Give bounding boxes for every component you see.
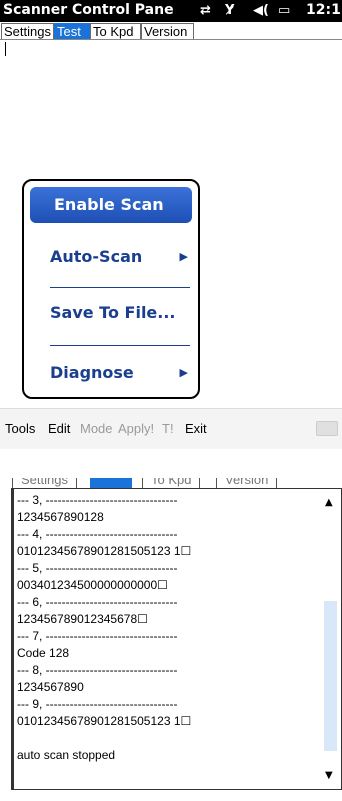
- log-line: 1234567890: [17, 680, 84, 694]
- log-line: --- 6, ---------------------------------: [17, 595, 178, 609]
- tab-version[interactable]: Version: [141, 23, 194, 39]
- status-bar: Scanner Control Pane ⇄ Y̷ ◀( ▭ 12:12: [0, 0, 342, 22]
- volume-icon[interactable]: ◀(: [253, 3, 269, 18]
- log-line: 003401234500000000000☐: [17, 578, 168, 592]
- log-line: --- 3, ---------------------------------: [17, 493, 178, 507]
- log-line: auto scan stopped: [17, 748, 116, 762]
- menu-item-save-to-file[interactable]: Save To File...: [30, 303, 192, 323]
- menu-item-label: Save To File...: [50, 303, 176, 322]
- battery-icon[interactable]: ▭: [278, 3, 290, 18]
- log-line: 123456789012345678☐: [17, 612, 148, 626]
- vertical-scrollbar[interactable]: ▲ ▼: [322, 493, 339, 786]
- log-line: --- 4, ---------------------------------: [17, 527, 178, 541]
- scan-log-textbox[interactable]: --- 3, ---------------------------------…: [11, 488, 342, 790]
- text-cursor: [5, 42, 6, 56]
- menu-separator: [50, 287, 190, 288]
- tab-divider: [0, 39, 342, 40]
- popup-menu: Enable Scan Auto-Scan ▶ Save To File... …: [22, 179, 200, 399]
- menu-apply: Apply!: [118, 421, 155, 436]
- submenu-arrow-icon: ▶: [179, 366, 188, 379]
- menu-tools[interactable]: Tools: [5, 421, 35, 436]
- menu-item-enable-scan[interactable]: Enable Scan: [30, 187, 192, 223]
- tab-to-kpd[interactable]: To Kpd: [142, 478, 201, 488]
- menu-bar: Tools Edit Mode Apply! T! Exit: [0, 408, 342, 449]
- menu-item-diagnose[interactable]: Diagnose ▶: [30, 363, 192, 383]
- keyboard-icon[interactable]: [316, 421, 338, 436]
- tab-settings[interactable]: Settings: [12, 478, 77, 488]
- scroll-up-icon[interactable]: ▲: [325, 497, 333, 508]
- log-line: 01012345678901281505123 1☐: [17, 544, 192, 558]
- scroll-thumb[interactable]: [324, 601, 337, 751]
- menu-item-auto-scan[interactable]: Auto-Scan ▶: [30, 247, 192, 267]
- lower-tab-bar: Settings Test To Kpd Version: [10, 478, 342, 488]
- tab-test[interactable]: Test: [54, 23, 90, 39]
- scroll-down-icon[interactable]: ▼: [325, 770, 333, 781]
- tab-test[interactable]: Test: [90, 478, 132, 488]
- menu-item-label: Enable Scan: [54, 195, 164, 214]
- menu-mode: Mode: [80, 421, 113, 436]
- submenu-arrow-icon: ▶: [179, 250, 188, 263]
- menu-item-label: Diagnose: [50, 363, 134, 382]
- tab-to-kpd[interactable]: To Kpd: [90, 23, 141, 39]
- log-line: Code 128: [17, 646, 70, 660]
- tab-version[interactable]: Version: [216, 478, 278, 488]
- menu-edit[interactable]: Edit: [48, 421, 70, 436]
- menu-separator: [50, 345, 190, 346]
- log-line: --- 5, ---------------------------------: [17, 561, 178, 575]
- app-title: Scanner Control Pane: [3, 2, 174, 18]
- menu-exit[interactable]: Exit: [185, 421, 207, 436]
- log-line: 1234567890128: [17, 510, 104, 524]
- log-line: --- 7, ---------------------------------: [17, 629, 178, 643]
- scan-log: --- 3, ---------------------------------…: [17, 492, 317, 764]
- log-line: --- 8, ---------------------------------: [17, 663, 178, 677]
- clock[interactable]: 12:12: [306, 2, 342, 18]
- tab-bar: Settings Test To Kpd Version: [0, 22, 342, 40]
- no-signal-icon[interactable]: Y̷: [225, 3, 234, 18]
- menu-item-label: Auto-Scan: [50, 247, 143, 266]
- menu-t: T!: [162, 421, 174, 436]
- log-line: 01012345678901281505123 1☐: [17, 714, 192, 728]
- log-line: --- 9, ---------------------------------: [17, 697, 178, 711]
- tab-settings[interactable]: Settings: [1, 23, 54, 39]
- sync-icon[interactable]: ⇄: [200, 3, 211, 18]
